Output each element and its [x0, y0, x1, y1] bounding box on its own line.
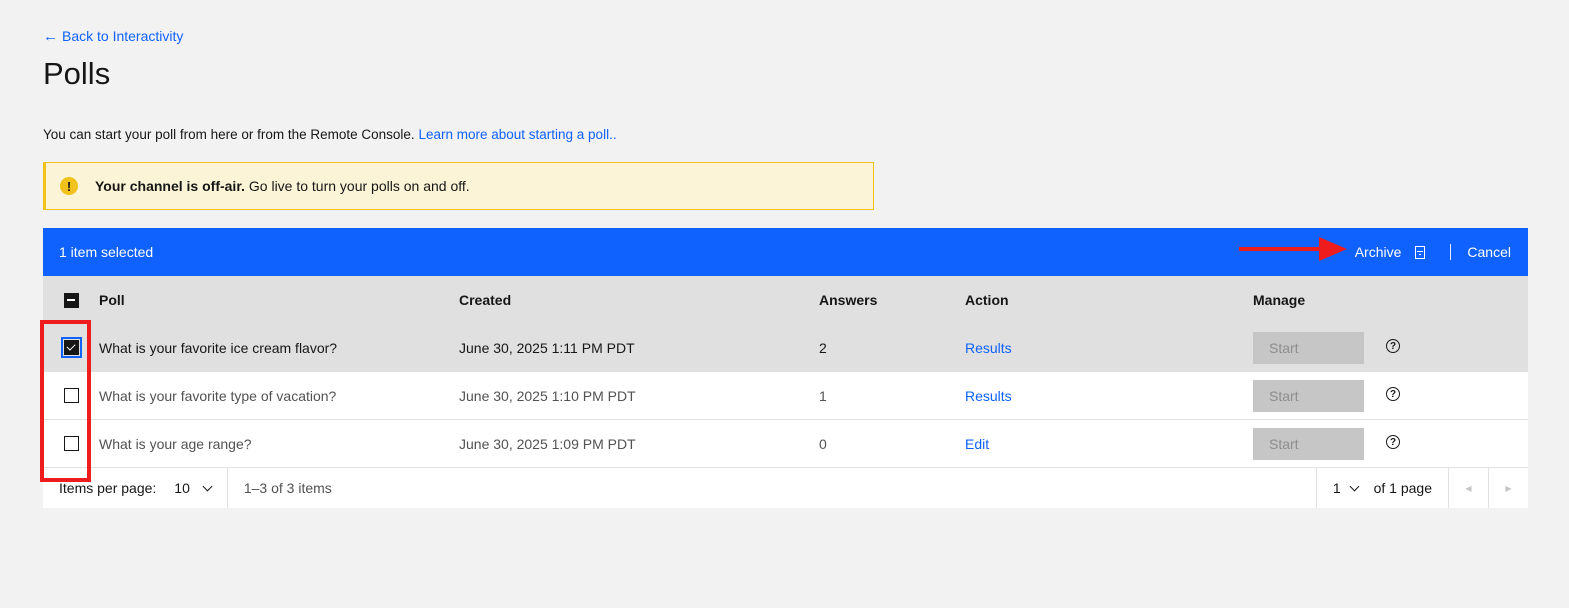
- items-per-page-value: 10: [174, 480, 190, 496]
- polls-table: 1 item selected Archive Cancel Poll Crea…: [43, 228, 1528, 508]
- created-date: June 30, 2025 1:09 PM PDT: [459, 435, 636, 452]
- poll-question: What is your favorite type of vacation?: [99, 387, 337, 404]
- start-button[interactable]: Start: [1253, 427, 1364, 460]
- batch-actions: Archive Cancel: [1355, 244, 1511, 260]
- chevron-down-icon: [1349, 481, 1360, 491]
- batch-divider: [1450, 244, 1452, 260]
- page-select[interactable]: 1: [1317, 468, 1374, 508]
- batch-action-bar: 1 item selected Archive Cancel: [43, 228, 1528, 276]
- total-pages: of 1 page: [1373, 480, 1432, 496]
- table-row: What is your favorite type of vacation? …: [43, 372, 1528, 420]
- header-answers[interactable]: Answers: [819, 292, 965, 308]
- selected-count: 1 item selected: [59, 244, 154, 260]
- notification-message: Go live to turn your polls on and off.: [248, 178, 470, 194]
- learn-more-link[interactable]: Learn more about starting a poll..: [418, 127, 616, 142]
- archive-icon: [1415, 245, 1426, 259]
- chevron-down-icon: [202, 481, 213, 491]
- poll-question: What is your age range?: [99, 435, 252, 452]
- answer-count: 0: [819, 435, 827, 452]
- results-link[interactable]: Results: [965, 340, 1012, 356]
- next-page-button[interactable]: ▶: [1488, 468, 1528, 508]
- answer-count: 1: [819, 387, 827, 404]
- previous-page-button[interactable]: ◀: [1448, 468, 1488, 508]
- row-checkbox[interactable]: [63, 388, 79, 403]
- header-created[interactable]: Created: [459, 292, 819, 308]
- items-per-page-select[interactable]: 10: [174, 468, 227, 508]
- cancel-button[interactable]: Cancel: [1467, 244, 1511, 260]
- archive-button[interactable]: Archive: [1355, 244, 1426, 260]
- help-icon[interactable]: ?: [1386, 435, 1400, 449]
- start-button[interactable]: Start: [1253, 379, 1364, 412]
- help-icon[interactable]: ?: [1386, 339, 1400, 353]
- archive-label: Archive: [1354, 244, 1402, 260]
- header-action: Action: [965, 292, 1009, 308]
- page-title: Polls: [43, 56, 111, 91]
- edit-link[interactable]: Edit: [965, 436, 989, 452]
- arrow-left-icon: ←: [43, 27, 58, 45]
- answer-count: 2: [819, 339, 827, 356]
- results-link[interactable]: Results: [965, 388, 1012, 404]
- select-all-checkbox[interactable]: [63, 292, 79, 308]
- off-air-notification: ! Your channel is off-air. Go live to tu…: [43, 162, 874, 210]
- notification-title: Your channel is off-air.: [95, 178, 245, 194]
- table-row: What is your age range? June 30, 2025 1:…: [43, 420, 1528, 468]
- start-button[interactable]: Start: [1253, 331, 1364, 364]
- intro-text: You can start your poll from here or fro…: [43, 127, 617, 142]
- back-link-label: Back to Interactivity: [62, 28, 184, 44]
- row-checkbox[interactable]: [63, 436, 79, 451]
- table-row: What is your favorite ice cream flavor? …: [43, 324, 1528, 372]
- intro-text-body: You can start your poll from here or fro…: [43, 127, 415, 142]
- pagination: Items per page: 10 1–3 of 3 items 1 of 1…: [43, 468, 1528, 508]
- item-range: 1–3 of 3 items: [243, 480, 332, 496]
- table-header: Poll Created Answers Action Manage: [43, 276, 1528, 324]
- created-date: June 30, 2025 1:11 PM PDT: [459, 339, 635, 356]
- header-poll[interactable]: Poll: [99, 292, 459, 308]
- back-to-interactivity-link[interactable]: ← Back to Interactivity: [43, 28, 183, 44]
- header-manage: Manage: [1253, 292, 1306, 308]
- created-date: June 30, 2025 1:10 PM PDT: [459, 387, 636, 404]
- poll-question: What is your favorite ice cream flavor?: [99, 339, 338, 356]
- help-icon[interactable]: ?: [1386, 387, 1400, 401]
- items-per-page-label: Items per page:: [59, 480, 157, 496]
- page-value: 1: [1332, 480, 1341, 496]
- warning-icon: !: [60, 177, 78, 195]
- row-checkbox[interactable]: [60, 337, 82, 358]
